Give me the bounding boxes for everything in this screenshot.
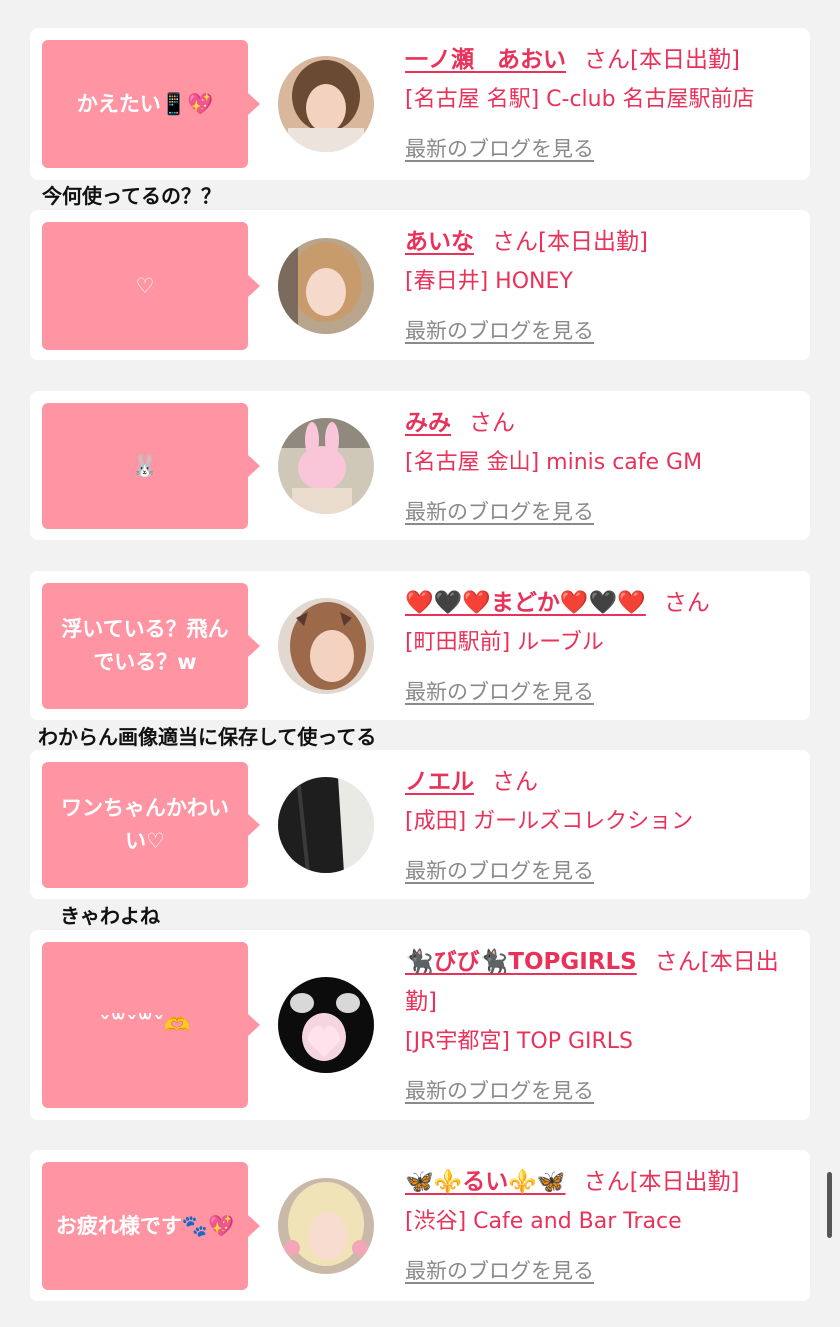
avatar[interactable] (278, 418, 374, 514)
latest-blog-link[interactable]: 最新のブログを見る (405, 129, 594, 169)
scrollbar[interactable] (827, 1172, 832, 1238)
message-text: かえたい📱💖 (76, 91, 214, 116)
message-text: 浮いている？飛んでいる？w (61, 617, 229, 674)
post-card: ˇ꒳ˇ꒳ˇ🫶 🐈‍⬛びび🐈‍⬛TOPGIRLS さん[本日出勤] [JR宇都宮] … (30, 930, 810, 1120)
message-bubble: ワンちゃんかわいい♡ (42, 762, 260, 888)
girl-name-link[interactable]: ❤️🖤❤️まどか❤️🖤❤️ (405, 590, 646, 616)
honorific: さん (492, 229, 538, 255)
honorific: さん (583, 1169, 630, 1195)
message-bubble: お疲れ様です🐾💖 (42, 1162, 260, 1290)
caption: わからん画像適当に保存して使ってる (38, 725, 377, 749)
message-bubble: ˇ꒳ˇ꒳ˇ🫶 (42, 942, 260, 1108)
honorific: さん (469, 410, 515, 436)
status-badge: [本日出勤] (538, 229, 648, 255)
latest-blog-link[interactable]: 最新のブログを見る (405, 851, 594, 891)
message-text: ワンちゃんかわいい♡ (61, 796, 229, 853)
post-card: ワンちゃんかわいい♡ ノエル さん [成田] ガールズコレクション 最新のブログを… (30, 750, 810, 899)
avatar[interactable] (278, 238, 374, 334)
status-badge: [本日出勤] (629, 1169, 740, 1195)
honorific: さん (654, 949, 701, 975)
honorific: さん (663, 590, 710, 616)
message-bubble: 🐰 (42, 403, 260, 529)
message-text: お疲れ様です🐾💖 (55, 1213, 235, 1238)
shop-name: [春日井] HONEY (405, 269, 573, 294)
avatar[interactable] (278, 977, 374, 1073)
latest-blog-link[interactable]: 最新のブログを見る (405, 492, 594, 532)
latest-blog-link[interactable]: 最新のブログを見る (405, 311, 594, 351)
avatar[interactable] (278, 777, 374, 873)
girl-name-link[interactable]: 🐈‍⬛びび🐈‍⬛TOPGIRLS (405, 949, 637, 975)
girl-name-link[interactable]: みみ (405, 410, 451, 436)
post-card: ♡ あいな さん[本日出勤] [春日井] HONEY 最新のブログを見る (30, 210, 810, 360)
message-text: 🐰 (131, 453, 159, 478)
message-text: ♡ (135, 273, 155, 298)
latest-blog-link[interactable]: 最新のブログを見る (405, 1251, 594, 1291)
shop-name: [町田駅前] ルーブル (405, 630, 604, 655)
post-card: お疲れ様です🐾💖 🦋⚜️るい⚜️🦋 さん[本日出勤] [渋谷] Cafe and … (30, 1150, 810, 1301)
avatar[interactable] (278, 1178, 374, 1274)
post-card: かえたい📱💖 一ノ瀬 あおい さん[本日出勤] [名古屋 名駅] C-club 名… (30, 28, 810, 180)
status-badge: [本日出勤] (630, 47, 740, 73)
shop-name: [名古屋 金山] minis cafe GM (405, 450, 703, 475)
girl-name-link[interactable]: ノエル (405, 769, 474, 795)
post-card: 🐰 みみ さん [名古屋 金山] minis cafe GM 最新のブログを見る (30, 391, 810, 540)
honorific: さん (584, 47, 630, 73)
avatar[interactable] (278, 598, 374, 694)
shop-name: [成田] ガールズコレクション (405, 809, 694, 834)
latest-blog-link[interactable]: 最新のブログを見る (405, 672, 594, 712)
girl-name-link[interactable]: 一ノ瀬 あおい (405, 47, 566, 73)
honorific: さん (492, 769, 538, 795)
post-card: 浮いている？飛んでいる？w ❤️🖤❤️まどか❤️🖤❤️ さん [町田駅前] ルーブ… (30, 571, 810, 720)
message-bubble: かえたい📱💖 (42, 40, 260, 168)
shop-name: [JR宇都宮] TOP GIRLS (405, 1029, 633, 1054)
message-bubble: 浮いている？飛んでいる？w (42, 583, 260, 709)
avatar[interactable] (278, 56, 374, 152)
girl-name-link[interactable]: あいな (405, 229, 474, 255)
message-bubble: ♡ (42, 222, 260, 350)
caption: 今何使ってるの？？ (42, 184, 221, 208)
shop-name: [渋谷] Cafe and Bar Trace (405, 1209, 682, 1234)
caption: きゃわよね (60, 904, 160, 928)
girl-name-link[interactable]: 🦋⚜️るい⚜️🦋 (405, 1169, 566, 1195)
message-text: ˇ꒳ˇ꒳ˇ🫶 (99, 1012, 191, 1037)
shop-name: [名古屋 名駅] C-club 名古屋駅前店 (405, 87, 755, 112)
latest-blog-link[interactable]: 最新のブログを見る (405, 1071, 594, 1111)
